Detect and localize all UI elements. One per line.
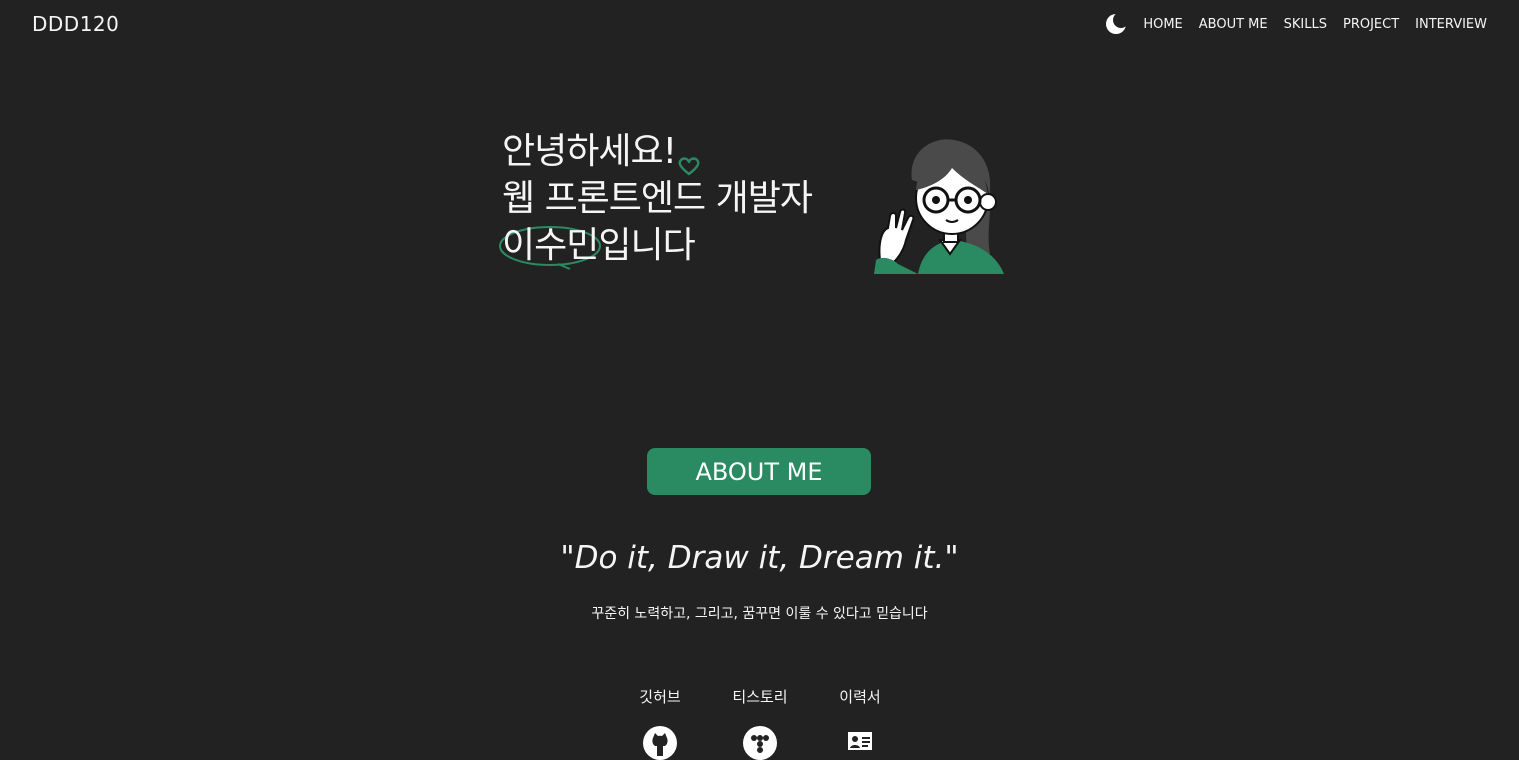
hero-suffix: 입니다 — [598, 225, 695, 266]
github-label: 깃허브 — [639, 688, 681, 706]
github-link[interactable]: 깃허브 — [620, 686, 700, 760]
nav-skills[interactable]: SKILLS — [1284, 17, 1327, 32]
about-me-button[interactable]: ABOUT ME — [647, 448, 871, 495]
hero-line-2: 웹 프론트엔드 개발자 — [502, 178, 813, 219]
main-nav: HOME ABOUT ME SKILLS PROJECT INTERVIEW — [1105, 12, 1487, 36]
nav-interview[interactable]: INTERVIEW — [1415, 17, 1487, 32]
hero-line-3: 이수민 입니다 — [499, 222, 812, 270]
nav-project[interactable]: PROJECT — [1343, 17, 1399, 32]
motto-subtitle: 꾸준히 노력하고, 그리고, 꿈꾸면 이룰 수 있다고 믿습니다 — [591, 606, 928, 622]
nav-home[interactable]: HOME — [1143, 17, 1182, 32]
tistory-label: 티스토리 — [732, 688, 788, 706]
tistory-icon[interactable] — [743, 726, 777, 760]
tistory-link[interactable]: 티스토리 — [720, 686, 800, 760]
resume-label: 이력서 — [839, 688, 881, 706]
hero-name: 이수민 — [499, 222, 601, 270]
hero-section: 안녕하세요! 웹 프론트엔드 개발자 이수민 입니다 — [499, 128, 1022, 278]
hero-greeting: 안녕하세요! 웹 프론트엔드 개발자 이수민 입니다 — [499, 128, 813, 270]
hero-hello: 안녕하세요! — [502, 131, 677, 172]
waving-developer-avatar — [874, 139, 1004, 274]
nav-about-me[interactable]: ABOUT ME — [1199, 17, 1268, 32]
heart-outline-icon — [676, 142, 702, 176]
resume-card-icon[interactable] — [843, 726, 877, 760]
hero-line-1: 안녕하세요! — [502, 128, 812, 176]
motto-quote: "Do it, Draw it, Dream it." — [560, 540, 959, 576]
moon-icon[interactable] — [1105, 12, 1130, 35]
github-icon[interactable] — [643, 726, 677, 760]
resume-link[interactable]: 이력서 — [820, 686, 900, 760]
site-logo[interactable]: DDD120 — [32, 12, 119, 36]
